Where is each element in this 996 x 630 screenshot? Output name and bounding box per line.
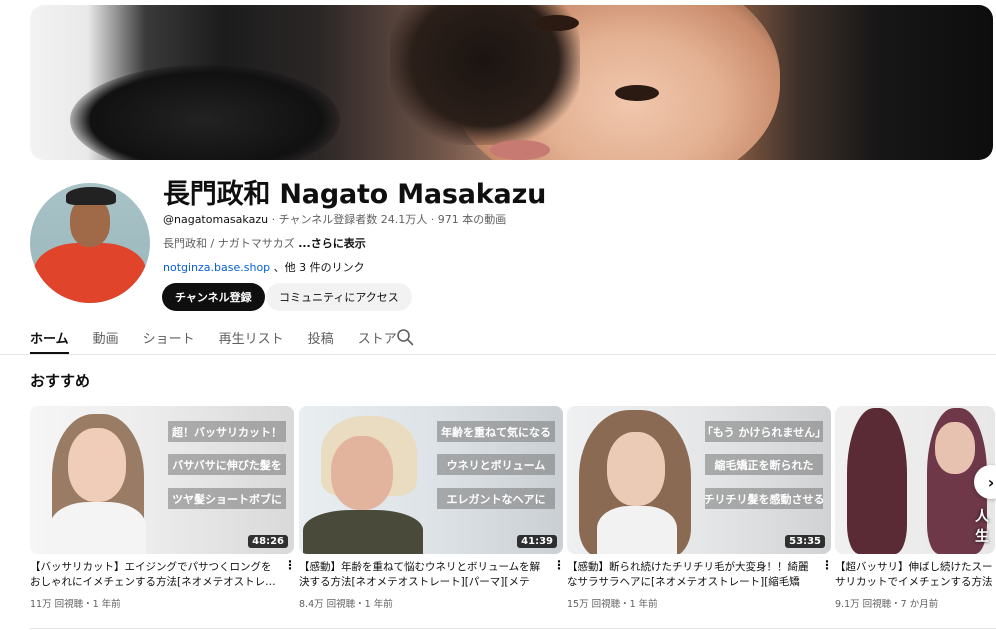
tab-posts[interactable]: 投稿 — [308, 320, 334, 354]
tab-playlists[interactable]: 再生リスト — [219, 320, 284, 354]
video-meta: 8.4万 回視聴・1 年前 — [299, 599, 393, 610]
video-meta: 11万 回視聴・1 年前 — [30, 599, 121, 610]
video-meta: 9.1万 回視聴・7 か月前 — [835, 599, 939, 610]
video-card[interactable]: 「もう かけられません」 縮毛矯正を断られた チリチリ髪を感動させる 53:35… — [567, 406, 833, 610]
tab-store[interactable]: ストア — [358, 320, 397, 354]
tab-videos[interactable]: 動画 — [93, 320, 119, 354]
channel-tabs: ホーム 動画 ショート 再生リスト 投稿 ストア — [30, 320, 421, 354]
video-title[interactable]: 【超バッサリ】伸ばし続けたスーサリカットでイメチェンする方法 — [835, 560, 996, 590]
channel-banner — [30, 5, 993, 160]
thumbnail-caption: エレガントなヘアに — [437, 488, 555, 509]
search-icon[interactable] — [396, 328, 414, 346]
video-thumbnail[interactable]: バ 人生 — [835, 406, 995, 554]
section-title: おすすめ — [30, 372, 91, 390]
more-links[interactable]: 、他 3 件のリンク — [270, 261, 365, 274]
channel-link[interactable]: notginza.base.shop — [163, 261, 270, 274]
channel-handle: @nagatomasakazu — [163, 213, 269, 226]
subscribe-button[interactable]: チャンネル登録 — [162, 283, 265, 311]
thumbnail-caption: チリチリ髪を感動させる — [705, 488, 823, 509]
tab-shorts[interactable]: ショート — [143, 320, 195, 354]
channel-meta: @nagatomasakazu · チャンネル登録者数 24.1万人 · 971… — [163, 211, 506, 227]
tabs-divider — [0, 354, 996, 355]
video-card[interactable]: 超！バッサリカット！ バサバサに伸びた髪を ツヤ髪ショートボブに 48:26 【… — [30, 406, 296, 610]
thumbnail-caption: 超！バッサリカット！ — [168, 421, 286, 442]
channel-name: 長門政和 Nagato Masakazu — [163, 179, 547, 210]
community-button[interactable]: コミュニティにアクセス — [266, 283, 412, 311]
channel-links: notginza.base.shop 、他 3 件のリンク — [163, 259, 365, 275]
channel-stats: · チャンネル登録者数 24.1万人 · 971 本の動画 — [268, 213, 507, 226]
video-title[interactable]: 【感動】年齢を重ねて悩むウネリとボリュームを解決する方法[ネオメテオストレート]… — [299, 560, 549, 590]
video-meta: 15万 回視聴・1 年前 — [567, 599, 658, 610]
video-duration: 48:26 — [248, 535, 288, 548]
video-duration: 53:35 — [785, 535, 825, 548]
section-divider — [30, 628, 996, 629]
thumbnail-caption: 縮毛矯正を断られた — [705, 454, 823, 475]
video-title[interactable]: 【感動】断られ続けたチリチリ毛が大変身！！綺麗なサラサラヘアに[ネオメテオストレ… — [567, 560, 817, 590]
tab-home[interactable]: ホーム — [30, 320, 69, 354]
video-card[interactable]: 年齢を重ねて気になる ウネリとボリューム エレガントなヘアに 41:39 【感動… — [299, 406, 565, 610]
thumbnail-caption: 人生 — [975, 509, 989, 545]
show-more-link[interactable]: ...さらに表示 — [298, 237, 366, 250]
thumbnail-caption: ツヤ髪ショートボブに — [168, 488, 286, 509]
thumbnail-caption: バサバサに伸びた髪を — [168, 454, 286, 475]
video-title[interactable]: 【バッサリカット】エイジングでパサつくロングをおしゃれにイメチェンする方法[ネオ… — [30, 560, 280, 590]
thumbnail-caption: 「もう かけられません」 — [705, 421, 823, 442]
more-options-icon[interactable]: ⋮ — [821, 559, 833, 571]
video-thumbnail[interactable]: 年齢を重ねて気になる ウネリとボリューム エレガントなヘアに 41:39 — [299, 406, 563, 554]
description-text: 長門政和 / ナガトマサカズ — [163, 237, 299, 250]
video-thumbnail[interactable]: 「もう かけられません」 縮毛矯正を断られた チリチリ髪を感動させる 53:35 — [567, 406, 831, 554]
thumbnail-caption: ウネリとボリューム — [437, 454, 555, 475]
thumbnail-caption: 年齢を重ねて気になる — [437, 421, 555, 442]
video-duration: 41:39 — [517, 535, 557, 548]
more-options-icon[interactable]: ⋮ — [284, 559, 296, 571]
channel-avatar[interactable] — [30, 183, 150, 303]
video-thumbnail[interactable]: 超！バッサリカット！ バサバサに伸びた髪を ツヤ髪ショートボブに 48:26 — [30, 406, 294, 554]
more-options-icon[interactable]: ⋮ — [553, 559, 565, 571]
channel-description[interactable]: 長門政和 / ナガトマサカズ ...さらに表示 — [163, 235, 366, 251]
video-card[interactable]: バ 人生 【超バッサリ】伸ばし続けたスーサリカットでイメチェンする方法 9.1万… — [835, 406, 996, 610]
